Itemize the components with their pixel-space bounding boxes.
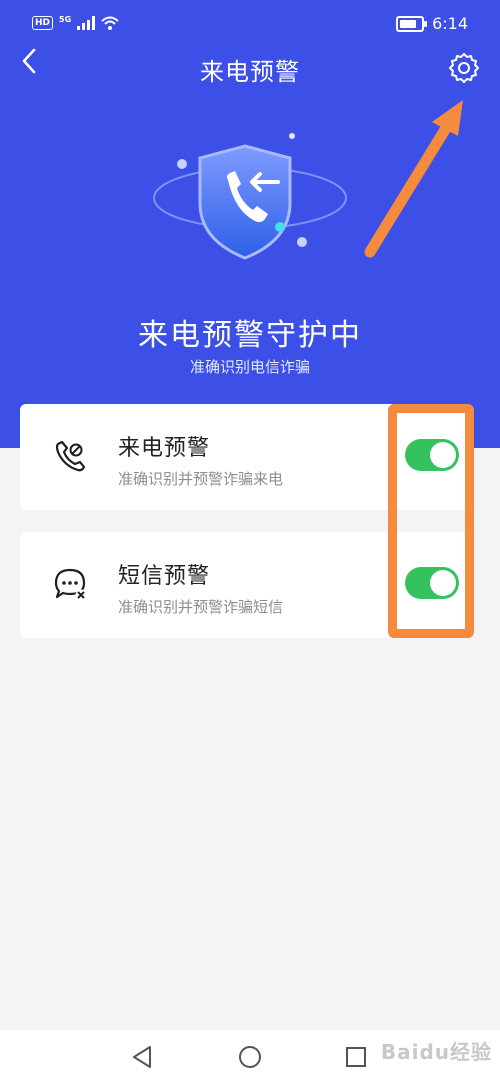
circle-home-icon[interactable]	[235, 1042, 265, 1072]
status-left: HD 5G	[32, 14, 119, 30]
network-type: 5G	[59, 14, 72, 24]
settings-button[interactable]	[446, 50, 482, 86]
protection-status-subtitle: 准确识别电信诈骗	[189, 358, 310, 376]
status-right: 6:14	[396, 14, 468, 33]
square-recents-icon[interactable]	[341, 1042, 371, 1072]
battery-icon	[396, 15, 428, 32]
annotation-highlight-box	[388, 404, 474, 638]
feature-description: 准确识别并预警诈骗来电	[118, 470, 284, 488]
page-title: 来电预警	[200, 58, 300, 86]
gear-icon	[449, 53, 479, 83]
phone-warning-icon	[55, 440, 86, 472]
signal-icon	[77, 16, 96, 30]
feature-title: 短信预警	[118, 564, 211, 589]
clock: 6:14	[432, 14, 468, 33]
watermark: Baidu经验	[380, 1040, 492, 1064]
protection-status-title: 来电预警守护中	[138, 318, 362, 353]
hd-badge: HD	[32, 16, 54, 30]
triangle-back-icon[interactable]	[128, 1042, 158, 1072]
shield-phone-illustration	[153, 133, 347, 260]
feature-title: 来电预警	[118, 436, 211, 461]
message-warning-icon	[54, 568, 87, 601]
feature-description: 准确识别并预警诈骗短信	[118, 598, 284, 616]
wifi-icon	[101, 16, 119, 30]
status-bar: HD 5G 6:14	[0, 0, 500, 52]
